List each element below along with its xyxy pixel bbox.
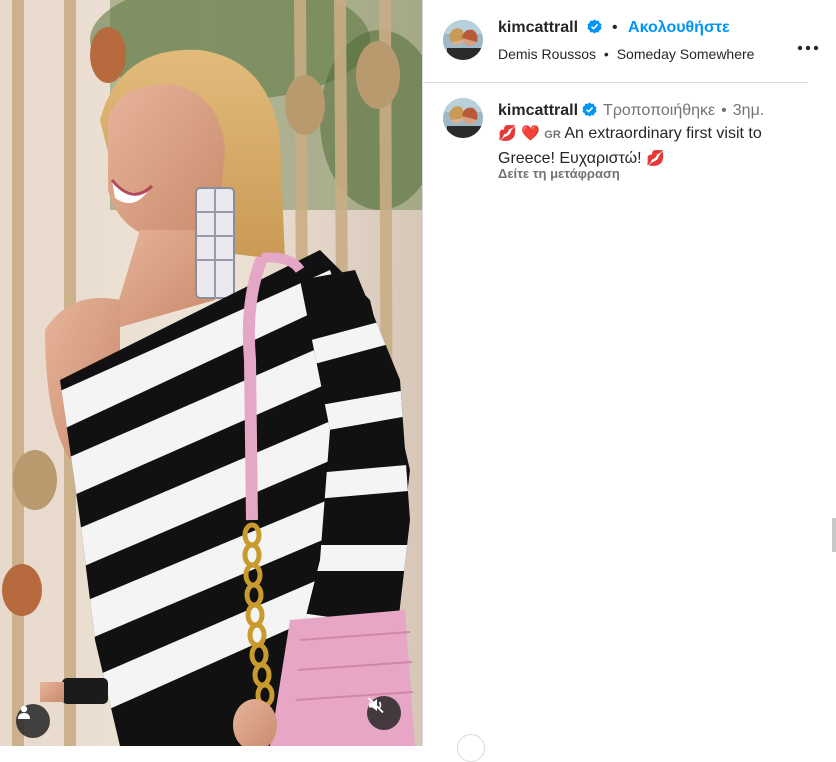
- audio-track-link[interactable]: Someday Somewhere: [617, 46, 755, 62]
- user-tag-button[interactable]: [16, 704, 50, 738]
- time-separator: •: [721, 102, 727, 119]
- edited-label: Τροποποιήθηκε: [603, 102, 716, 119]
- user-tag-icon: [18, 705, 30, 719]
- more-options-button[interactable]: [797, 38, 819, 56]
- follow-button[interactable]: Ακολουθήστε: [628, 19, 730, 36]
- mute-button[interactable]: [367, 696, 401, 730]
- more-options-icon: [797, 45, 819, 51]
- verified-badge-icon: [582, 102, 597, 117]
- post-header: kimcattrall • Ακολουθήστε Demis Roussos …: [423, 0, 819, 83]
- caption-avatar[interactable]: [443, 98, 483, 138]
- scrollbar-thumb[interactable]: [832, 518, 836, 552]
- heart-emoji: ❤️: [521, 125, 540, 142]
- post-photo: [0, 0, 422, 746]
- avatar[interactable]: [443, 20, 483, 60]
- post-caption: kimcattrall Τροποποιήθηκε • 3ημ. 💋 ❤️ GR A…: [498, 99, 818, 170]
- lips-emoji-end: 💋: [646, 150, 665, 167]
- avatar-image: [443, 20, 483, 60]
- avatar-image: [443, 98, 483, 138]
- audio-artist-link[interactable]: Demis Roussos: [498, 46, 596, 62]
- comment-avatar-partial: [457, 734, 485, 762]
- verified-badge-icon: [586, 19, 602, 34]
- post-side-panel: kimcattrall • Ακολουθήστε Demis Roussos …: [423, 0, 836, 762]
- caption-username[interactable]: kimcattrall: [498, 102, 578, 119]
- speaker-muted-icon: [367, 697, 384, 714]
- lips-emoji: 💋: [498, 125, 517, 142]
- see-translation-link[interactable]: Δείτε τη μετάφραση: [498, 166, 620, 181]
- post-time[interactable]: 3ημ.: [733, 102, 764, 119]
- separator-dot: •: [611, 19, 618, 36]
- post-username[interactable]: kimcattrall: [498, 19, 578, 36]
- flag-gr: GR: [544, 129, 561, 141]
- audio-separator: •: [603, 46, 609, 62]
- post-media[interactable]: [0, 0, 422, 746]
